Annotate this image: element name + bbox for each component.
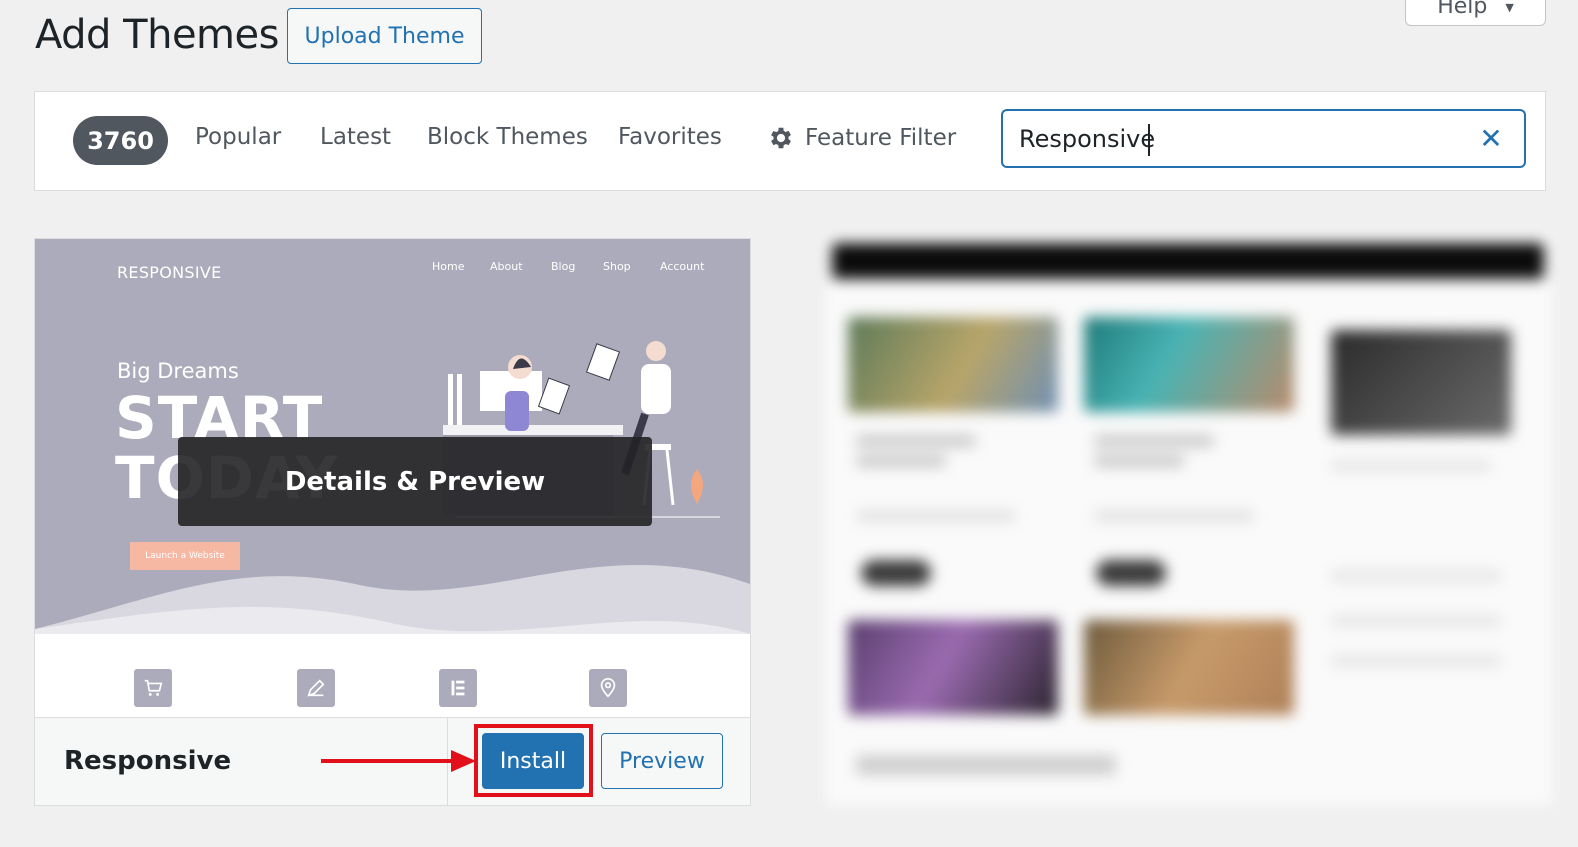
blurred-tile [1084,317,1294,412]
filter-popular[interactable]: Popular [195,124,281,150]
cart-icon [134,669,172,707]
filter-favorites[interactable]: Favorites [618,124,722,150]
page-title: Add Themes [35,12,279,58]
search-input[interactable] [1019,121,1459,157]
theme-search-field[interactable]: ✕ [1001,109,1526,168]
blurred-line [856,510,1016,522]
help-label: Help [1437,0,1488,19]
screenshot-nav-item: About [490,260,523,273]
blurred-button [861,560,931,586]
screenshot-nav-item: Shop [603,260,631,273]
screenshot-subheading: Big Dreams [117,359,239,383]
theme-name: Responsive [64,746,232,776]
theme-card-footer: Responsive Install Preview [35,717,750,806]
blurred-line [1331,460,1491,472]
install-button[interactable]: Install [482,733,584,789]
blurred-line [1094,455,1184,467]
theme-screenshot[interactable]: RESPONSIVE Home About Blog Shop Account … [35,239,750,717]
help-button[interactable]: Help ▼ [1405,0,1546,26]
blurred-header-bar [832,243,1544,279]
arrow-annotation [321,750,476,772]
chevron-down-icon: ▼ [1505,1,1514,14]
details-preview-overlay[interactable]: Details & Preview [178,437,652,526]
feature-filter-button[interactable]: Feature Filter [767,124,956,152]
blurred-tile [848,317,1058,412]
filter-block-themes[interactable]: Block Themes [427,124,588,150]
blurred-theme-card[interactable] [826,235,1552,805]
theme-filter-bar: 3760 Popular Latest Block Themes Favorit… [34,91,1546,191]
blurred-tile [1331,330,1511,435]
screenshot-nav-item: Home [432,260,465,273]
blurred-line [1331,655,1501,667]
feature-filter-label: Feature Filter [805,125,957,151]
close-icon[interactable]: ✕ [1476,122,1506,155]
theme-card-responsive[interactable]: RESPONSIVE Home About Blog Shop Account … [34,238,751,806]
blurred-line [856,435,976,447]
blurred-line [1331,615,1501,627]
screenshot-nav-item: Blog [551,260,576,273]
blurred-line [1094,435,1214,447]
gear-icon [771,127,791,149]
blurred-tile [1084,620,1294,715]
blurred-line [1094,510,1254,522]
preview-button[interactable]: Preview [601,733,723,789]
elementor-icon [439,669,477,707]
screenshot-logo: RESPONSIVE [117,263,222,282]
upload-theme-button[interactable]: Upload Theme [287,8,482,64]
blurred-line [1331,570,1501,582]
theme-count-badge: 3760 [73,116,168,165]
blurred-tile [848,620,1058,715]
location-icon [589,669,627,707]
blurred-button [1096,560,1166,586]
pen-icon [297,669,335,707]
text-cursor [1148,124,1150,156]
blurred-line [856,455,946,467]
blurred-line [856,755,1116,775]
screenshot-nav-item: Account [660,260,705,273]
filter-latest[interactable]: Latest [320,124,391,150]
